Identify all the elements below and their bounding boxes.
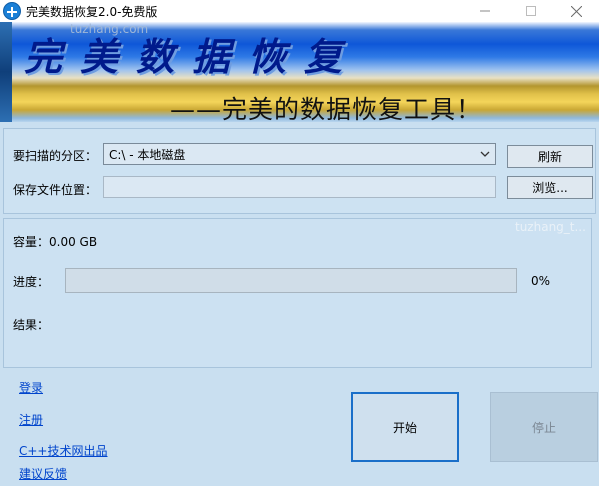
partition-select[interactable]: C:\ - 本地磁盘 bbox=[103, 143, 496, 165]
partition-label: 要扫描的分区： bbox=[13, 149, 98, 163]
close-button[interactable] bbox=[553, 0, 599, 22]
capacity-label-text: 容量： bbox=[13, 235, 50, 249]
window-title: 完美数据恢复2.0-免费版 bbox=[26, 5, 158, 19]
browse-button[interactable]: 浏览... bbox=[507, 176, 593, 199]
maximize-button[interactable] bbox=[508, 0, 554, 22]
progress-bar bbox=[65, 268, 517, 293]
feedback-link[interactable]: 建议反馈 bbox=[19, 465, 67, 482]
result-label: 结果： bbox=[13, 318, 50, 332]
save-location-input[interactable] bbox=[103, 176, 496, 198]
refresh-button[interactable]: 刷新 bbox=[507, 145, 593, 168]
start-button[interactable]: 开始 bbox=[351, 392, 459, 462]
cpp-site-link[interactable]: C++技术网出品 bbox=[19, 442, 108, 459]
progress-percent: 0% bbox=[531, 274, 551, 288]
chevron-down-icon bbox=[480, 151, 490, 157]
banner-title: 完美数据恢复 bbox=[24, 34, 361, 79]
progress-label: 进度： bbox=[13, 275, 50, 289]
save-location-label: 保存文件位置： bbox=[13, 183, 98, 197]
register-link[interactable]: 注册 bbox=[19, 411, 43, 428]
scan-settings-panel bbox=[3, 128, 596, 214]
partition-select-value: C:\ - 本地磁盘 bbox=[109, 147, 186, 162]
maximize-icon bbox=[526, 6, 536, 16]
capacity-label: 容量：0.00 GB bbox=[13, 233, 97, 250]
banner-left-strip bbox=[0, 22, 12, 122]
close-icon bbox=[570, 5, 582, 17]
banner-subtitle: ——完美的数据恢复工具！ bbox=[170, 95, 483, 124]
minimize-button[interactable] bbox=[462, 0, 508, 22]
stop-button[interactable]: 停止 bbox=[490, 392, 598, 462]
login-link[interactable]: 登录 bbox=[19, 379, 43, 396]
watermark: tuzhang_t... bbox=[515, 220, 586, 234]
app-icon bbox=[3, 2, 21, 20]
capacity-value: 0.00 GB bbox=[49, 235, 98, 249]
minimize-icon bbox=[480, 10, 490, 12]
